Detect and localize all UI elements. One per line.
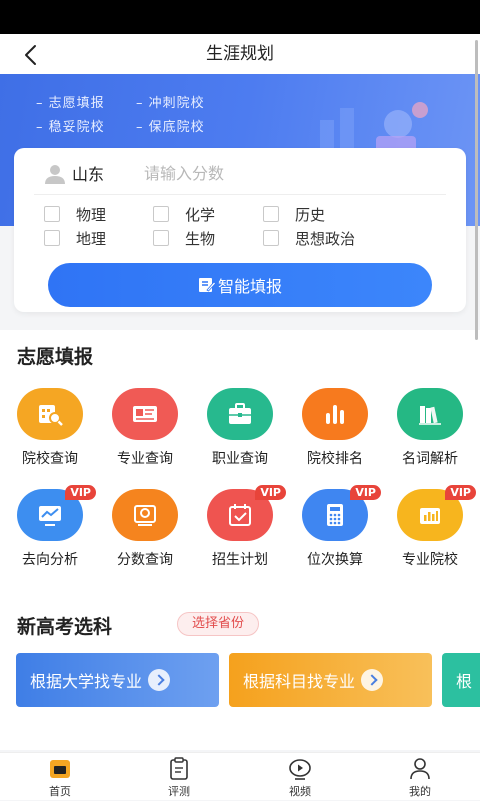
feature-term-analysis[interactable]: 名词解析 [380, 388, 476, 480]
vip-badge: VIP [65, 485, 96, 500]
person-icon [45, 165, 65, 184]
score-search-icon [134, 505, 156, 526]
column-chart-icon [420, 508, 440, 524]
feature-label: 院校查询 [22, 451, 78, 467]
province-selector[interactable]: 山东 [72, 161, 104, 185]
subject-checkbox-geography[interactable]: 地理 [44, 227, 106, 249]
smart-fill-button[interactable]: 智能填报 [48, 263, 432, 307]
home-icon [50, 760, 70, 778]
subject-label: 生物 [185, 229, 216, 248]
subject-label: 地理 [76, 229, 107, 248]
feature-rank-conversion[interactable]: VIP 位次换算 [285, 485, 381, 581]
tab-label: 视频 [289, 785, 311, 798]
tab-video[interactable]: 视频 [270, 757, 330, 801]
vip-badge: VIP [255, 485, 286, 500]
bottom-tab-bar: 首页 评测 视频 我的 [0, 752, 480, 800]
feature-label: 专业查询 [117, 451, 173, 467]
feature-label: 专业院校 [402, 552, 458, 568]
subject-checkbox-physics[interactable]: 物理 [44, 203, 106, 225]
checkbox[interactable] [44, 206, 60, 222]
back-arrow-icon[interactable] [20, 43, 44, 67]
subject-checkbox-chemistry[interactable]: 化学 [153, 203, 215, 225]
subject-label: 物理 [76, 205, 107, 224]
feature-label: 招生计划 [212, 552, 268, 568]
card-label: 根据科目找专业 [243, 672, 356, 691]
feature-label: 位次换算 [307, 552, 363, 568]
subject-checkbox-politics[interactable]: 思想政治 [263, 227, 355, 249]
briefcase-icon [229, 403, 251, 424]
page-title: 生涯规划 [206, 44, 274, 64]
smart-fill-label: 智能填报 [217, 277, 282, 296]
feature-major-query[interactable]: 专业查询 [95, 388, 191, 480]
score-input[interactable] [144, 158, 444, 188]
feature-label: 去向分析 [22, 552, 78, 568]
calendar-check-icon [229, 504, 251, 526]
feature-label: 院校排名 [307, 451, 363, 467]
score-input-card: 山东 物理 化学 历史 地理 生物 思想政治 智能填报 [14, 148, 466, 312]
subject-label: 历史 [295, 205, 326, 224]
divider [34, 194, 446, 195]
feature-label: 职业查询 [212, 451, 268, 467]
chevron-right-icon [361, 669, 384, 691]
feature-icon-bg [112, 489, 178, 541]
scrollbar-thumb[interactable] [475, 40, 478, 340]
tab-label: 我的 [409, 785, 431, 798]
feature-major-school[interactable]: VIP 专业院校 [380, 485, 476, 581]
feature-score-query[interactable]: 分数查询 [95, 489, 191, 581]
subject-checkbox-biology[interactable]: 生物 [153, 227, 215, 249]
checkbox[interactable] [44, 230, 60, 246]
top-nav-bar: 生涯规划 [0, 34, 480, 74]
feature-enrollment-plan[interactable]: VIP 招生计划 [190, 485, 286, 581]
feature-icon-bg [397, 388, 463, 440]
card-label: 根据大学找专业 [30, 672, 143, 691]
feature-school-query[interactable]: 院校查询 [0, 388, 96, 480]
subject-label: 化学 [185, 205, 216, 224]
find-major-by-subject-card[interactable]: 根据科目找专业 [229, 653, 432, 707]
feature-label: 分数查询 [117, 552, 173, 568]
video-play-icon [289, 759, 311, 780]
major-card-icon [133, 406, 157, 422]
feature-label: 名词解析 [402, 451, 458, 467]
tab-mine[interactable]: 我的 [390, 757, 450, 801]
find-major-by-university-card[interactable]: 根据大学找专业 [16, 653, 219, 707]
feature-icon-bg [302, 388, 368, 440]
banner-slogan: – 稳妥院校 [36, 120, 105, 135]
vip-badge: VIP [445, 485, 476, 500]
checkbox[interactable] [153, 206, 169, 222]
clipboard-icon [170, 757, 188, 780]
checkbox[interactable] [263, 206, 279, 222]
feature-icon-bg [112, 388, 178, 440]
calculator-icon [327, 504, 343, 526]
subject-label: 思想政治 [295, 229, 356, 248]
feature-icon-bg [207, 388, 273, 440]
chevron-right-icon [148, 669, 171, 691]
select-province-pill[interactable]: 选择省份 [177, 612, 260, 636]
tab-home[interactable]: 首页 [30, 757, 90, 801]
vip-badge: VIP [350, 485, 381, 500]
user-icon [410, 758, 430, 780]
card-label: 根 [456, 672, 473, 691]
status-bar [0, 0, 480, 34]
section-title-subject-selection: 新高考选科 [17, 616, 113, 638]
feature-school-ranking[interactable]: 院校排名 [285, 388, 381, 480]
school-icon [39, 405, 63, 426]
feature-icon-bg [17, 388, 83, 440]
tab-assessment[interactable]: 评测 [149, 757, 209, 801]
trend-monitor-icon [39, 506, 61, 526]
edit-form-icon [198, 278, 216, 292]
subject-checkbox-history[interactable]: 历史 [263, 203, 325, 225]
checkbox[interactable] [263, 230, 279, 246]
feature-career-query[interactable]: 职业查询 [190, 388, 286, 480]
tab-label: 评测 [168, 785, 190, 798]
banner-slogan: – 志愿填报 [36, 96, 105, 111]
third-selection-card[interactable]: 根 [442, 653, 480, 707]
bar-chart-icon [326, 405, 344, 424]
section-title-volunteer: 志愿填报 [17, 346, 94, 368]
books-icon [419, 406, 441, 425]
banner-slogan: – 冲刺院校 [136, 96, 205, 111]
feature-destination-analysis[interactable]: VIP 去向分析 [0, 485, 96, 581]
tab-label: 首页 [49, 785, 71, 798]
banner-slogan: – 保底院校 [136, 120, 205, 135]
checkbox[interactable] [153, 230, 169, 246]
